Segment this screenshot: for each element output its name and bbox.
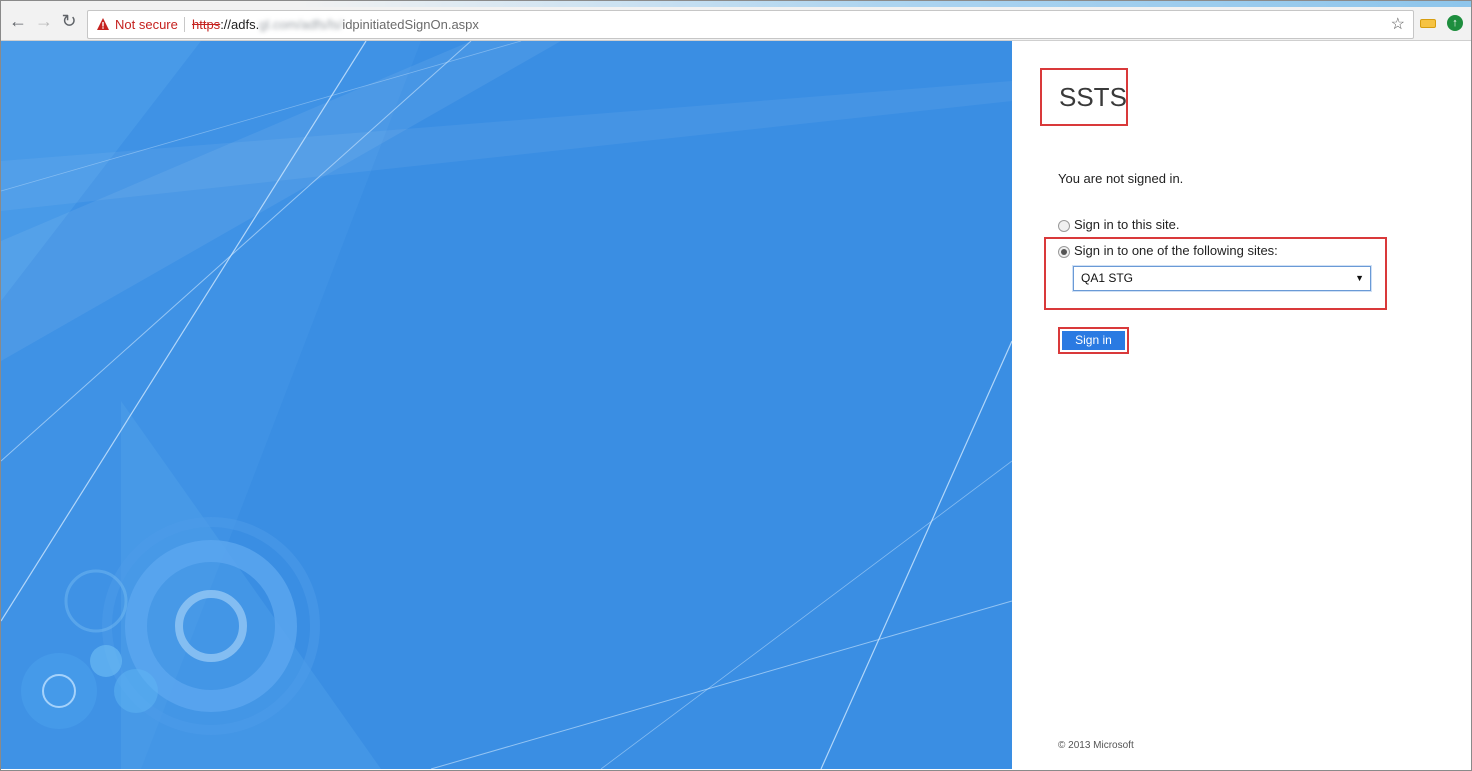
radio-this-site[interactable] xyxy=(1058,220,1070,232)
security-status[interactable]: Not secure xyxy=(115,11,178,38)
radio-this-site-label[interactable]: Sign in to this site. xyxy=(1074,217,1180,232)
sign-in-button[interactable]: Sign in xyxy=(1062,331,1125,350)
sign-in-highlight: Sign in xyxy=(1058,327,1129,354)
selected-site: QA1 STG xyxy=(1081,271,1134,285)
reload-icon[interactable]: ↻ xyxy=(58,10,80,32)
back-icon[interactable]: ← xyxy=(7,10,29,32)
illustration-graphic xyxy=(1,41,1012,769)
browser-toolbar: ← → ↻ Not secure https://adfs.gl.com/adf… xyxy=(1,1,1471,41)
sign-in-panel: SSTS You are not signed in. Sign in to t… xyxy=(1012,41,1471,769)
chevron-down-icon: ▼ xyxy=(1355,273,1364,283)
title-highlight: SSTS xyxy=(1040,68,1128,126)
site-dropdown[interactable]: QA1 STG ▼ xyxy=(1073,266,1371,291)
bookmark-star-icon[interactable]: ☆ xyxy=(1391,11,1405,38)
warning-icon xyxy=(97,18,109,30)
extension-icon[interactable] xyxy=(1420,19,1436,28)
radio-other-sites-label[interactable]: Sign in to one of the following sites: xyxy=(1074,243,1278,258)
radio-other-sites[interactable] xyxy=(1058,246,1070,258)
forward-icon[interactable]: → xyxy=(33,10,55,32)
address-bar[interactable]: Not secure https://adfs.gl.com/adfs/ls/i… xyxy=(87,10,1414,39)
page-title: SSTS xyxy=(1059,82,1127,112)
update-icon[interactable]: ↑ xyxy=(1447,15,1463,31)
copyright-text: © 2013 Microsoft xyxy=(1058,740,1134,751)
sign-in-status: You are not signed in. xyxy=(1058,171,1184,186)
url-text[interactable]: https://adfs.gl.com/adfs/ls/idpinitiated… xyxy=(192,11,479,38)
background-illustration xyxy=(1,41,1012,769)
